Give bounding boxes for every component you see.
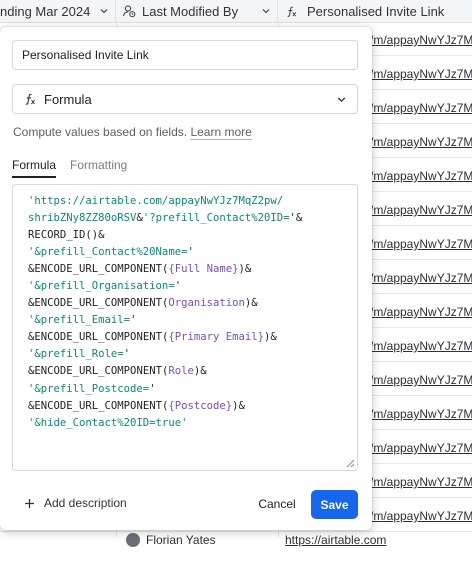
formula-string-token: '&hide_Contact%20ID=true' bbox=[28, 416, 188, 429]
formula-line: RECORD_ID()& bbox=[28, 227, 302, 244]
formula-function-token: ENCODE_URL_COMPONENT bbox=[34, 331, 162, 344]
save-button[interactable]: Save bbox=[311, 490, 358, 519]
invite-link-cell[interactable]: /m/appayNwYJz7M bbox=[370, 33, 472, 47]
formula-line: '&prefill_Organisation=' bbox=[28, 278, 302, 295]
formula-field-token: Role bbox=[168, 365, 194, 378]
formula-string-token: '?prefill_Contact%20ID= bbox=[142, 212, 290, 225]
field-type-description: Compute values based on fields. Learn mo… bbox=[13, 125, 252, 140]
formula-line: &ENCODE_URL_COMPONENT({Primary Email})& bbox=[28, 329, 302, 346]
column-header-personalised-invite-link[interactable]: Personalised Invite Link bbox=[278, 0, 472, 22]
invite-link-cell[interactable]: /m/appayNwYJz7M bbox=[370, 509, 472, 523]
description-text: Compute values based on fields. bbox=[13, 125, 188, 139]
formula-line: &ENCODE_URL_COMPONENT(Organisation)& bbox=[28, 295, 302, 312]
field-name-input[interactable] bbox=[12, 40, 358, 70]
invite-link-cell[interactable]: /m/appayNwYJz7M bbox=[370, 373, 472, 387]
invite-link-cell[interactable]: /m/appayNwYJz7M bbox=[370, 271, 472, 285]
formula-function-token: ENCODE_URL_COMPONENT bbox=[34, 365, 162, 378]
contact-name-cell[interactable]: Florian Yates bbox=[146, 533, 216, 547]
formula-string-token: '&prefill_Organisation= bbox=[28, 280, 175, 293]
add-description-button[interactable]: Add description bbox=[24, 496, 127, 510]
tab-formula[interactable]: Formula bbox=[12, 158, 57, 178]
formula-line: '&prefill_Email=' bbox=[28, 312, 302, 329]
avatar bbox=[126, 533, 140, 547]
field-type-select[interactable]: Formula bbox=[12, 84, 358, 114]
formula-function-token: ENCODE_URL_COMPONENT bbox=[34, 399, 162, 412]
invite-link-cell[interactable]: /m/appayNwYJz7M bbox=[370, 67, 472, 81]
formula-operator-token: ' bbox=[123, 348, 131, 361]
chevron-down-icon[interactable] bbox=[99, 6, 109, 16]
formula-line: shribZNy8ZZ80oRSV&'?prefill_Contact%20ID… bbox=[28, 210, 302, 227]
invite-link-cell[interactable]: https://airtable.com bbox=[285, 533, 386, 547]
formula-string-token: shribZNy8ZZ80oRSV bbox=[28, 212, 137, 225]
formula-function-token: ENCODE_URL_COMPONENT bbox=[34, 297, 162, 310]
tab-formatting[interactable]: Formatting bbox=[70, 158, 127, 176]
grid-header: nding Mar 2024 Last Modified By Personal… bbox=[0, 0, 472, 23]
config-tabs: Formula Formatting bbox=[12, 158, 358, 180]
resize-handle-icon[interactable] bbox=[346, 459, 355, 468]
formula-string-token: '&prefill_Role= bbox=[28, 348, 124, 361]
invite-link-cell[interactable]: /m/appayNwYJz7M bbox=[370, 203, 472, 217]
invite-link-cell[interactable]: /m/appayNwYJz7M bbox=[370, 305, 472, 319]
formula-operator-token: )& bbox=[193, 365, 207, 378]
formula-field-token: {Primary Email} bbox=[168, 331, 265, 344]
field-type-label: Formula bbox=[44, 91, 92, 107]
formula-line: &ENCODE_URL_COMPONENT({Postcode})& bbox=[28, 398, 302, 415]
formula-field-token: Organisation bbox=[168, 297, 245, 310]
invite-link-cell[interactable]: /m/appayNwYJz7M bbox=[370, 407, 472, 421]
formula-icon bbox=[25, 93, 35, 105]
formula-icon bbox=[287, 6, 297, 17]
formula-function-token: ENCODE_URL_COMPONENT bbox=[34, 263, 162, 276]
column-header-label: nding Mar 2024 bbox=[0, 3, 91, 19]
learn-more-link[interactable]: Learn more bbox=[190, 125, 252, 140]
chevron-down-icon[interactable] bbox=[261, 6, 271, 16]
invite-link-cell[interactable]: /m/appayNwYJz7M bbox=[370, 339, 472, 353]
dialog-footer: Add description Cancel Save bbox=[0, 487, 372, 521]
formula-operator-token: ' bbox=[174, 280, 182, 293]
formula-editor[interactable]: 'https://airtable.com/appayNwYJz7MqZ2pw/… bbox=[12, 184, 358, 471]
formula-operator-token: )& bbox=[232, 399, 245, 412]
formula-string-token: '&prefill_Postcode= bbox=[28, 382, 150, 395]
formula-field-token: {Full Name} bbox=[168, 263, 239, 276]
formula-line: 'https://airtable.com/appayNwYJz7MqZ2pw/ bbox=[28, 193, 302, 210]
formula-string-token: 'https://airtable.com/appayNwYJz7MqZ2pw/ bbox=[28, 195, 284, 207]
invite-link-cell[interactable]: /m/appayNwYJz7M bbox=[370, 135, 472, 149]
formula-string-token: '&prefill_Contact%20Name= bbox=[28, 246, 188, 259]
formula-function-token: RECORD_ID bbox=[28, 229, 86, 242]
invite-link-cell[interactable]: /m/appayNwYJz7M bbox=[370, 441, 472, 455]
formula-operator-token: )& bbox=[244, 297, 258, 310]
invite-link-cell[interactable]: /m/appayNwYJz7M bbox=[370, 475, 472, 489]
formula-line: '&hide_Contact%20ID=true' bbox=[28, 415, 302, 432]
formula-operator-token: ' bbox=[149, 382, 156, 395]
chevron-down-icon[interactable] bbox=[336, 94, 347, 105]
add-description-label: Add description bbox=[44, 496, 127, 510]
formula-operator-token: )& bbox=[238, 263, 252, 276]
formula-operator-token: ' bbox=[130, 314, 137, 327]
formula-operator-token: )& bbox=[264, 331, 277, 344]
formula-operator-token: ()& bbox=[85, 229, 105, 242]
user-clock-icon bbox=[122, 5, 136, 18]
formula-line: &ENCODE_URL_COMPONENT({Full Name})& bbox=[28, 261, 302, 278]
formula-string-token: '&prefill_Email= bbox=[28, 314, 131, 327]
column-header-label: Personalised Invite Link bbox=[307, 3, 445, 19]
column-header-last-modified-by[interactable]: Last Modified By bbox=[116, 0, 278, 22]
formula-line: '&prefill_Postcode=' bbox=[28, 381, 302, 398]
formula-code[interactable]: 'https://airtable.com/appayNwYJz7MqZ2pw/… bbox=[28, 193, 302, 432]
formula-operator-token: ' bbox=[187, 246, 194, 259]
formula-line: '&prefill_Contact%20Name=' bbox=[28, 244, 302, 261]
invite-link-cell[interactable]: /m/appayNwYJz7M bbox=[370, 101, 472, 115]
column-header-date[interactable]: nding Mar 2024 bbox=[0, 0, 116, 22]
invite-link-cell[interactable]: /m/appayNwYJz7M bbox=[370, 169, 472, 183]
formula-line: &ENCODE_URL_COMPONENT(Role)& bbox=[28, 363, 302, 380]
invite-link-cell[interactable]: /m/appayNwYJz7M bbox=[370, 237, 472, 251]
formula-field-token: {Postcode} bbox=[168, 399, 233, 412]
plus-icon bbox=[25, 498, 34, 508]
cancel-button[interactable]: Cancel bbox=[246, 490, 308, 518]
table-row[interactable]: Florian Yates https://airtable.com bbox=[0, 528, 472, 561]
formula-line: '&prefill_Role=' bbox=[28, 346, 302, 363]
formula-operator-token: '& bbox=[289, 212, 303, 225]
column-header-label: Last Modified By bbox=[142, 3, 239, 19]
field-config-dialog: Formula Compute values based on fields. … bbox=[0, 27, 372, 530]
